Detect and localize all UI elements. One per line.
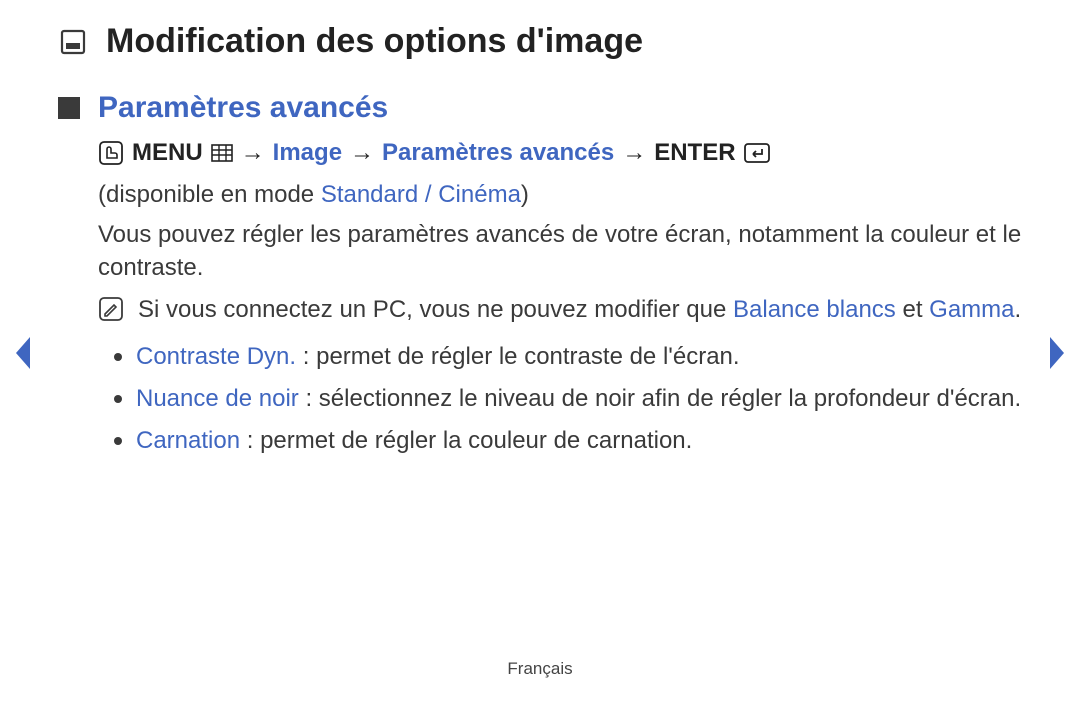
list-item: Contraste Dyn. : permet de régler le con… <box>108 341 1022 373</box>
note-row: Si vous connectez un PC, vous ne pouvez … <box>98 294 1022 326</box>
page-title: Modification des options d'image <box>106 22 643 61</box>
bullet-sep: : <box>299 385 319 412</box>
book-icon <box>58 27 88 57</box>
bullet-label: Carnation <box>136 427 240 454</box>
bullet-desc: sélectionnez le niveau de noir afin de r… <box>319 385 1021 412</box>
note-icon <box>98 296 124 322</box>
arrow-3: → <box>622 139 646 167</box>
list-item: Nuance de noir : sélectionnez le niveau … <box>108 383 1022 415</box>
bullet-desc: permet de régler le contraste de l'écran… <box>316 343 739 370</box>
arrow-1: → <box>241 139 265 167</box>
intro-text: Vous pouvez régler les paramètres avancé… <box>98 219 1022 284</box>
breadcrumb-image: Image <box>273 139 342 167</box>
square-bullet-icon <box>58 97 80 119</box>
note-term2: Gamma <box>929 296 1014 323</box>
note-connector: et <box>896 296 929 323</box>
title-row: Modification des options d'image <box>58 22 1022 61</box>
enter-label: ENTER <box>654 139 735 167</box>
breadcrumb: MENU → Image → Paramètres avancés → ENTE… <box>98 139 1022 167</box>
section-heading: Paramètres avancés <box>98 91 388 125</box>
hand-press-icon <box>98 140 124 166</box>
availability-prefix: (disponible en mode <box>98 181 321 208</box>
bullet-label: Nuance de noir <box>136 385 299 412</box>
list-item: Carnation : permet de régler la couleur … <box>108 425 1022 457</box>
arrow-2: → <box>350 139 374 167</box>
bullet-list: Contraste Dyn. : permet de régler le con… <box>108 341 1022 458</box>
breadcrumb-advanced: Paramètres avancés <box>382 139 614 167</box>
footer-language: Français <box>0 659 1080 679</box>
bullet-label: Contraste Dyn. <box>136 343 296 370</box>
availability-suffix: ) <box>521 181 529 208</box>
bullet-sep: : <box>240 427 260 454</box>
note-part1: Si vous connectez un PC, vous ne pouvez … <box>138 296 733 323</box>
section-row: Paramètres avancés <box>58 91 1022 125</box>
menu-label: MENU <box>132 139 203 167</box>
bullet-desc: permet de régler la couleur de carnation… <box>260 427 692 454</box>
prev-page-button[interactable] <box>12 335 34 371</box>
page-content: Modification des options d'image Paramèt… <box>0 0 1080 458</box>
enter-key-icon <box>744 143 770 163</box>
availability-text: (disponible en mode Standard / Cinéma) <box>98 179 1022 211</box>
availability-modes: Standard / Cinéma <box>321 181 521 208</box>
note-text: Si vous connectez un PC, vous ne pouvez … <box>138 294 1022 326</box>
bullet-sep: : <box>296 343 316 370</box>
note-end: . <box>1015 296 1022 323</box>
next-page-button[interactable] <box>1046 335 1068 371</box>
note-term1: Balance blancs <box>733 296 896 323</box>
menu-grid-icon <box>211 144 233 162</box>
